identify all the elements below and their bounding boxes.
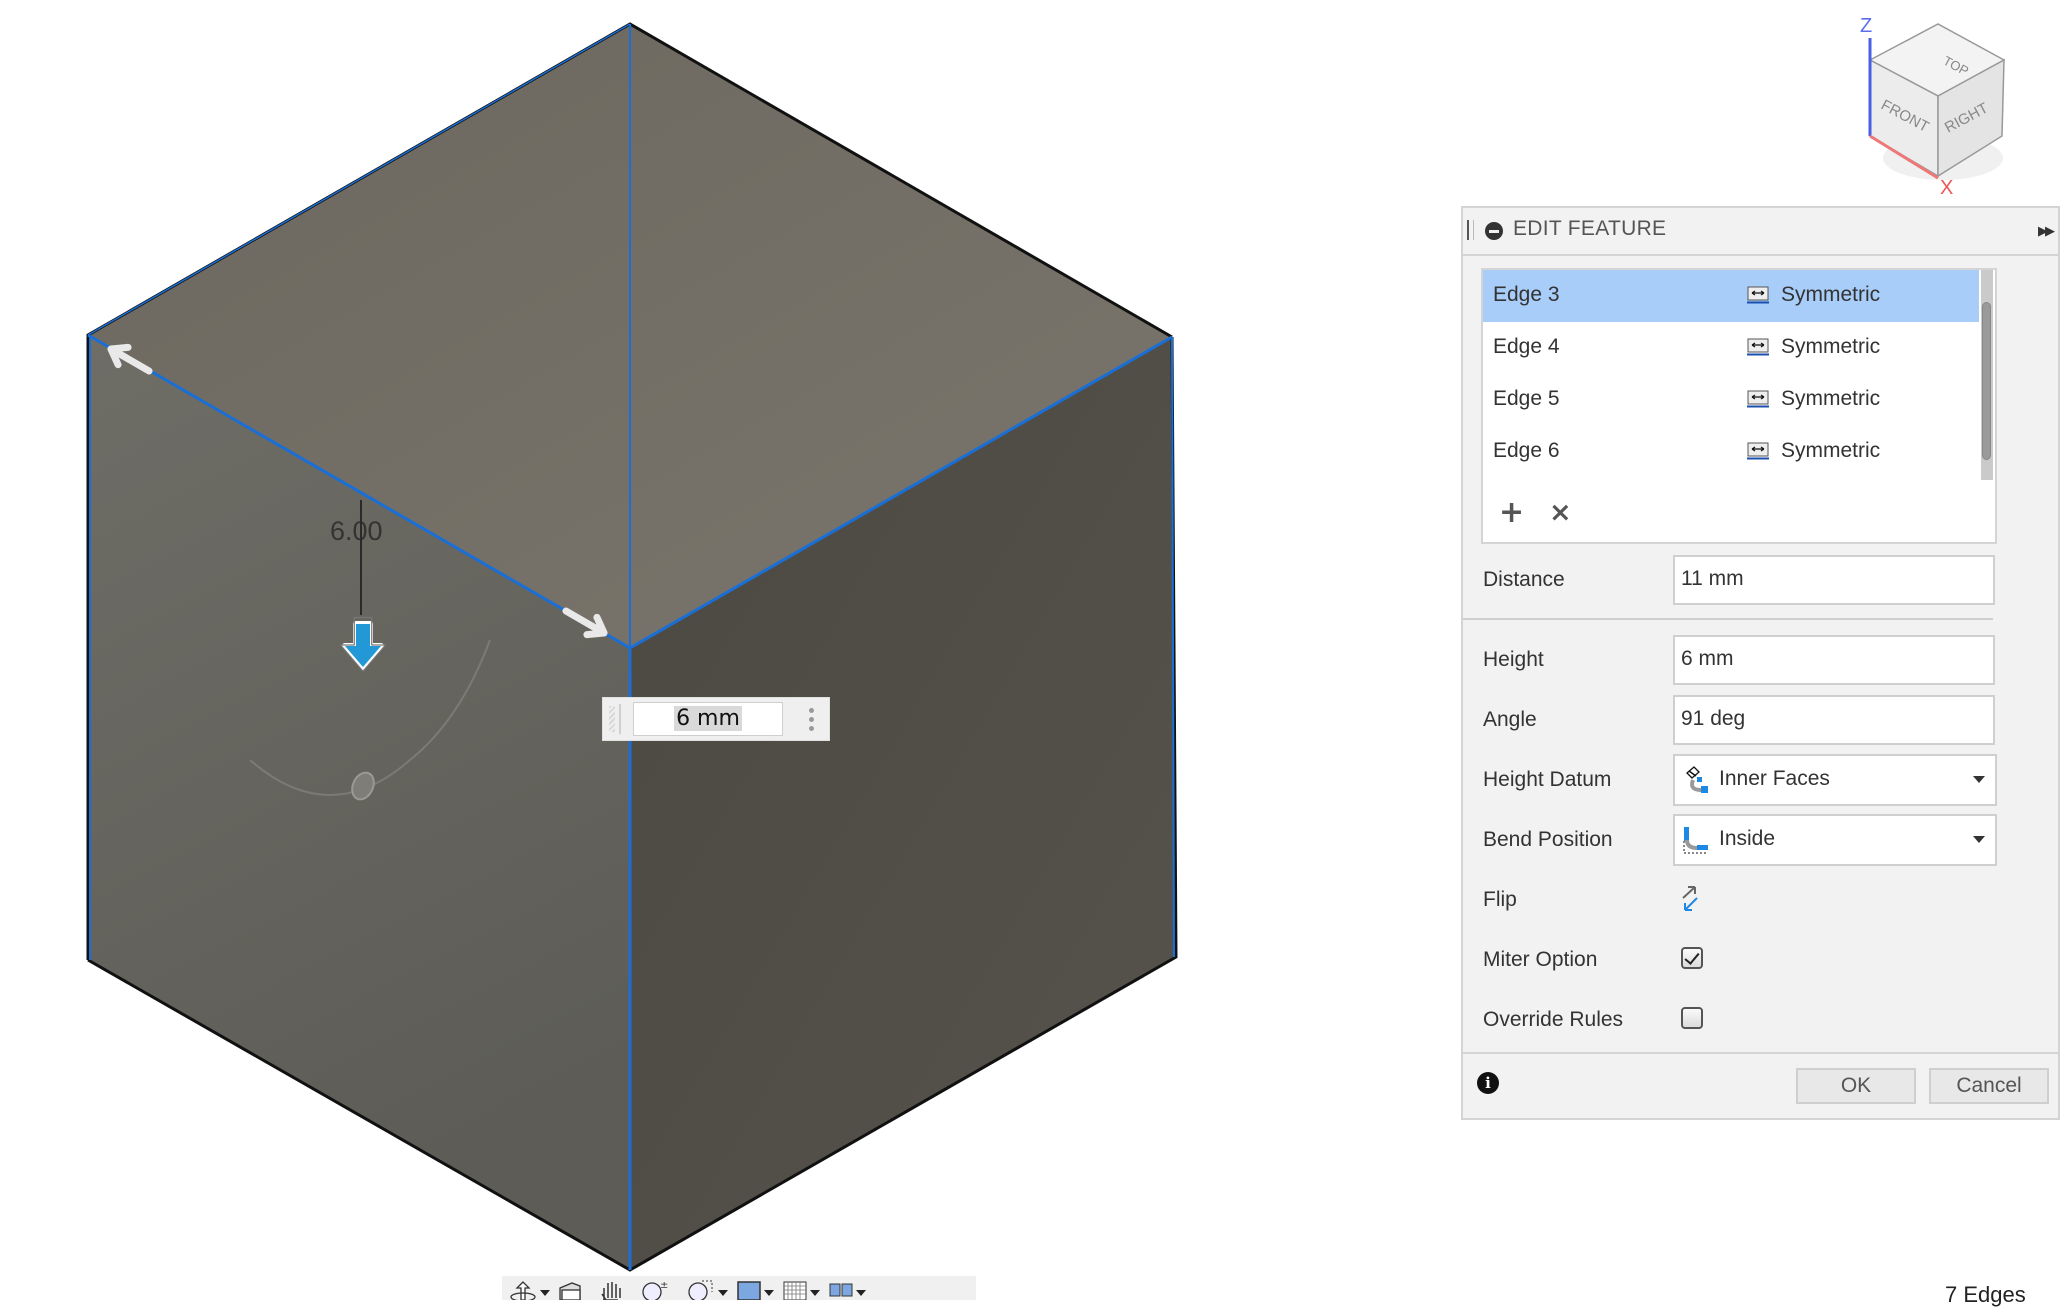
- display-dropdown-caret[interactable]: [764, 1290, 774, 1296]
- miter-option-checkbox[interactable]: [1681, 947, 1703, 969]
- distance-input[interactable]: 11 mm: [1673, 555, 1995, 605]
- grid-dropdown-caret[interactable]: [810, 1290, 820, 1296]
- z-axis-label: Z: [1860, 15, 1872, 37]
- list-scrollbar[interactable]: [1981, 270, 1993, 480]
- collapse-icon[interactable]: [1485, 222, 1503, 240]
- viewports-dropdown-caret[interactable]: [856, 1290, 866, 1296]
- orbit-dropdown-caret[interactable]: [540, 1290, 550, 1296]
- dimension-input-box: 6 mm: [602, 697, 830, 741]
- override-rules-checkbox[interactable]: [1681, 1007, 1703, 1029]
- chevron-down-icon: [1973, 836, 1985, 843]
- zoom-icon[interactable]: ±: [642, 1280, 668, 1300]
- bend-position-label: Bend Position: [1483, 828, 1613, 851]
- drag-grip-icon[interactable]: [607, 704, 621, 734]
- edge-list-item[interactable]: Edge 4 Symmetric: [1483, 322, 1979, 374]
- display-settings-icon[interactable]: [736, 1280, 762, 1300]
- divider: [1463, 618, 1993, 620]
- chevron-down-icon: [1973, 776, 1985, 783]
- info-icon[interactable]: i: [1477, 1072, 1499, 1094]
- panel-title: EDIT FEATURE: [1513, 217, 1667, 240]
- ok-button[interactable]: OK: [1796, 1068, 1916, 1104]
- angle-input[interactable]: 91 deg: [1673, 695, 1995, 745]
- orbit-icon[interactable]: [510, 1280, 536, 1300]
- expand-panel-icon[interactable]: ▶▶: [2038, 224, 2055, 239]
- add-edge-button[interactable]: +: [1499, 498, 1524, 528]
- height-input[interactable]: 6 mm: [1673, 635, 1995, 685]
- flip-icon[interactable]: [1677, 884, 1703, 914]
- dimension-input-value: 6 mm: [674, 706, 742, 731]
- edge-name: Edge 5: [1493, 387, 1560, 410]
- edge-list[interactable]: Edge 3 Symmetric Edge 4 Symmetric Edge 5…: [1481, 268, 1997, 544]
- symmetric-icon: [1747, 286, 1769, 304]
- override-rules-label: Override Rules: [1483, 1008, 1624, 1031]
- flip-label: Flip: [1483, 888, 1517, 911]
- angle-label: Angle: [1483, 708, 1537, 731]
- height-datum-label: Height Datum: [1483, 768, 1612, 791]
- inner-faces-icon: [1686, 766, 1708, 793]
- pan-icon[interactable]: [598, 1280, 624, 1300]
- height-datum-dropdown[interactable]: Inner Faces: [1673, 754, 1997, 806]
- edge-type[interactable]: Symmetric: [1781, 387, 1880, 411]
- bend-position-value: Inside: [1719, 827, 1776, 850]
- bend-position-dropdown[interactable]: Inside: [1673, 814, 1997, 866]
- edge-type[interactable]: Symmetric: [1781, 283, 1880, 307]
- cancel-button[interactable]: Cancel: [1929, 1068, 2049, 1104]
- view-cube[interactable]: TOP FRONT RIGHT Z X: [1858, 8, 2018, 198]
- edge-name: Edge 3: [1493, 283, 1560, 306]
- edge-list-item[interactable]: Edge 5 Symmetric: [1483, 374, 1979, 426]
- symmetric-icon: [1747, 338, 1769, 356]
- look-at-icon[interactable]: [558, 1280, 584, 1300]
- edge-type[interactable]: Symmetric: [1781, 439, 1880, 463]
- viewports-icon[interactable]: [828, 1280, 854, 1300]
- x-axis-label: X: [1940, 177, 1953, 198]
- edge-name: Edge 6: [1493, 439, 1560, 462]
- edge-type[interactable]: Symmetric: [1781, 335, 1880, 359]
- edge-list-item[interactable]: Edge 6 Symmetric: [1483, 426, 1979, 478]
- symmetric-icon: [1747, 390, 1769, 408]
- panel-footer: i OK Cancel: [1463, 1052, 2058, 1118]
- height-datum-value: Inner Faces: [1719, 767, 1830, 790]
- inside-bend-icon: [1683, 827, 1708, 854]
- miter-option-label: Miter Option: [1483, 948, 1598, 971]
- dimension-label: 6.00: [330, 516, 383, 546]
- svg-text:±: ±: [660, 1280, 668, 1291]
- symmetric-icon: [1747, 442, 1769, 460]
- edit-feature-panel: EDIT FEATURE ▶▶ Edge 3 Symmetric Edge 4 …: [1461, 206, 2060, 1120]
- edge-name: Edge 4: [1493, 335, 1560, 358]
- panel-header[interactable]: EDIT FEATURE ▶▶: [1463, 208, 2058, 256]
- distance-label: Distance: [1483, 568, 1565, 591]
- height-label: Height: [1483, 648, 1544, 671]
- fit-dropdown-caret[interactable]: [718, 1290, 728, 1296]
- selection-status: 7 Edges: [1945, 1282, 2026, 1307]
- fit-icon[interactable]: [688, 1280, 714, 1300]
- grid-icon[interactable]: [782, 1280, 808, 1300]
- edge-list-item[interactable]: Edge 3 Symmetric: [1483, 270, 1979, 322]
- dimension-input[interactable]: 6 mm: [633, 702, 783, 736]
- panel-grip-icon[interactable]: [1467, 220, 1474, 240]
- remove-edge-button[interactable]: ×: [1549, 498, 1572, 528]
- more-options-icon[interactable]: [809, 706, 815, 734]
- scrollbar-thumb[interactable]: [1982, 302, 1991, 460]
- navigation-toolbar: ±: [502, 1276, 976, 1300]
